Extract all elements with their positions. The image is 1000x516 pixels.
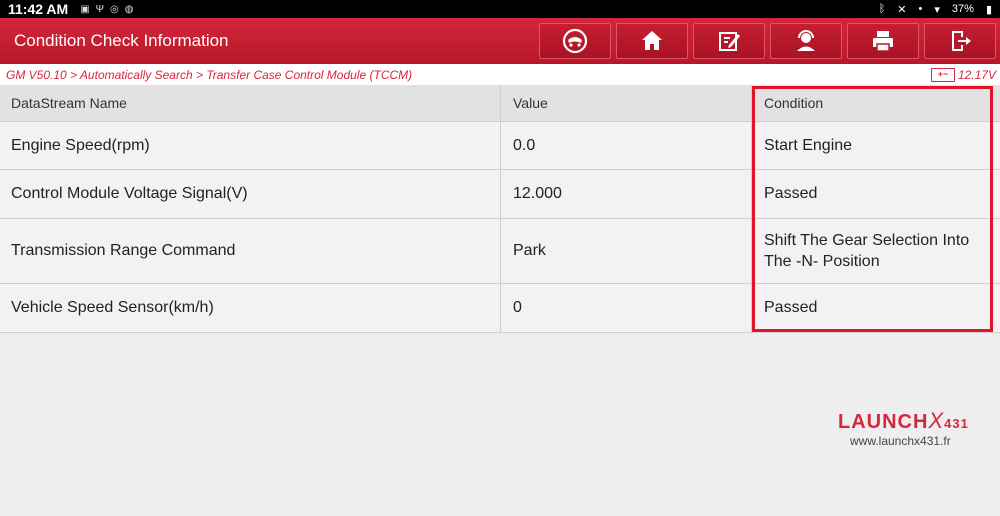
datastream-value: 0.0 — [501, 122, 752, 169]
signal-icon: • — [918, 3, 923, 15]
home-icon — [642, 31, 662, 50]
breadcrumb: GM V50.10 > Automatically Search > Trans… — [6, 67, 413, 82]
exit-icon — [952, 31, 971, 51]
report-button[interactable] — [693, 23, 765, 59]
datastream-name: Vehicle Speed Sensor(km/h) — [0, 284, 501, 332]
brand-url: www.launchx431.fr — [850, 434, 951, 448]
datastream-table: DataStream Name Value Condition Engine S… — [0, 85, 1000, 333]
wifi-icon: ▾ — [934, 3, 940, 16]
datastream-value: Park — [501, 219, 752, 283]
datastream-value: 12.000 — [501, 170, 752, 218]
mute-icon: ✕ — [897, 3, 907, 16]
chat-notification-icon: ◍ — [124, 3, 134, 15]
print-button[interactable] — [847, 23, 919, 59]
car-steering-icon — [562, 28, 588, 54]
column-header-value: Value — [501, 85, 752, 121]
column-header-name: DataStream Name — [0, 85, 501, 121]
status-time: 11:42 AM — [8, 1, 69, 17]
car-battery-icon: +− — [930, 67, 955, 82]
voltage-value: 12.17V — [957, 67, 996, 82]
page-title: Condition Check Information — [14, 31, 229, 50]
usb-notification-icon: Ψ — [95, 3, 104, 15]
status-bar: 11:42 AM ▣ Ψ ◎ ◍ ᛒ ✕ • ▾ 37% ▮ — [0, 0, 1000, 18]
datastream-value: 0 — [501, 284, 752, 332]
app-header: Condition Check Information — [0, 18, 1000, 64]
diagnose-home-button[interactable] — [539, 23, 611, 59]
battery-voltage: +− 12.17V — [930, 67, 996, 82]
toolbar — [539, 23, 996, 59]
bluetooth-icon: ᛒ — [878, 3, 886, 15]
exit-button[interactable] — [924, 23, 996, 59]
home-button[interactable] — [616, 23, 688, 59]
datastream-condition: Passed — [764, 185, 818, 202]
brand-watermark: LAUNCHX431 www.launchx431.fr — [838, 408, 978, 448]
remote-expert-button[interactable] — [770, 23, 842, 59]
user-headset-icon — [797, 30, 815, 51]
datastream-condition: Shift The Gear Selection Into The -N- Po… — [764, 232, 970, 270]
datastream-name: Transmission Range Command — [0, 219, 501, 283]
datastream-name: Engine Speed(rpm) — [0, 122, 501, 169]
datastream-condition: Start Engine — [764, 136, 853, 154]
breadcrumb-bar: GM V50.10 > Automatically Search > Trans… — [0, 64, 1000, 85]
column-header-condition: Condition — [764, 95, 824, 111]
table-row[interactable]: Vehicle Speed Sensor(km/h) 0 Passed — [0, 284, 1000, 333]
battery-percent: 37% — [951, 3, 974, 15]
datastream-condition: Passed — [764, 299, 818, 316]
launch-logo: LAUNCHX431 — [838, 408, 969, 433]
edit-report-icon — [719, 32, 740, 51]
battery-icon: ▮ — [985, 3, 992, 16]
table-header: DataStream Name Value Condition — [0, 85, 1000, 122]
table-row[interactable]: Control Module Voltage Signal(V) 12.000 … — [0, 170, 1000, 219]
table-row[interactable]: Engine Speed(rpm) 0.0 Start Engine — [0, 122, 1000, 170]
printer-icon — [873, 31, 893, 52]
steering-notification-icon: ◎ — [110, 3, 119, 15]
datastream-name: Control Module Voltage Signal(V) — [0, 170, 501, 218]
image-notification-icon: ▣ — [80, 3, 90, 15]
table-row[interactable]: Transmission Range Command Park Shift Th… — [0, 219, 1000, 284]
